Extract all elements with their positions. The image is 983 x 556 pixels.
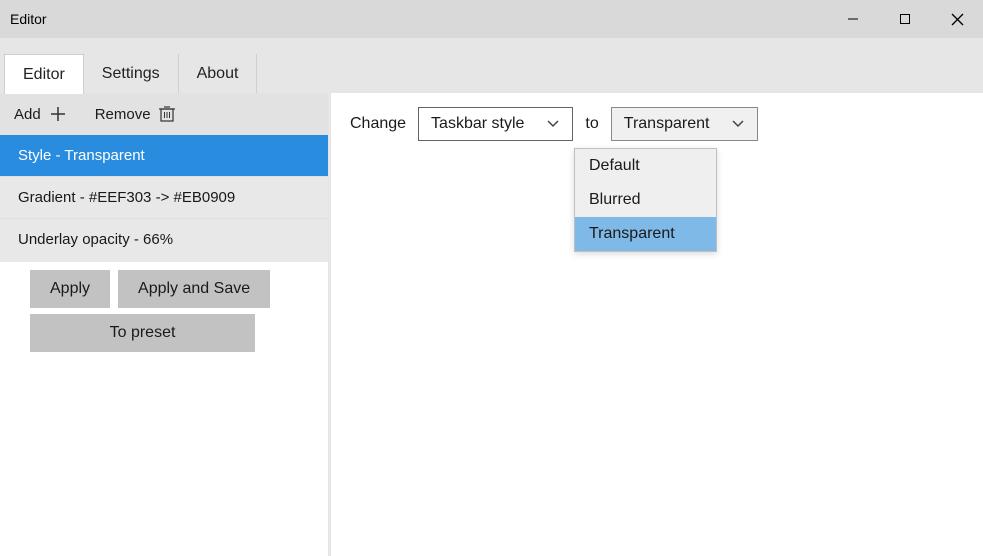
tab-settings[interactable]: Settings: [84, 54, 179, 93]
content-pane: Change Taskbar style to Transparent Defa…: [328, 93, 983, 556]
property-select[interactable]: Taskbar style: [418, 107, 573, 141]
action-row: Apply Apply and Save: [0, 262, 328, 308]
value-dropdown: Default Blurred Transparent: [574, 148, 717, 252]
sidebar: Add Remove Style - Transparent Gradient …: [0, 93, 328, 556]
apply-save-button[interactable]: Apply and Save: [118, 270, 270, 308]
sidebar-toolbar: Add Remove: [0, 93, 328, 135]
to-label: to: [585, 115, 598, 133]
close-icon: [951, 13, 964, 26]
add-label: Add: [14, 106, 41, 123]
tab-about[interactable]: About: [179, 54, 258, 93]
window-controls: [827, 0, 983, 38]
preset-row: To preset: [0, 308, 328, 352]
change-label: Change: [350, 115, 406, 133]
minimize-icon: [847, 13, 859, 25]
dropdown-option[interactable]: Blurred: [575, 183, 716, 217]
trash-icon: [159, 105, 175, 123]
close-button[interactable]: [931, 0, 983, 38]
value-select[interactable]: Transparent: [611, 107, 759, 141]
remove-button[interactable]: Remove: [95, 105, 175, 123]
window-title: Editor: [0, 11, 47, 27]
dropdown-option[interactable]: Default: [575, 149, 716, 183]
dropdown-option[interactable]: Transparent: [575, 217, 716, 251]
tab-editor[interactable]: Editor: [4, 54, 84, 94]
chevron-down-icon: [731, 119, 745, 129]
apply-button[interactable]: Apply: [30, 270, 110, 308]
rule-list: Style - Transparent Gradient - #EEF303 -…: [0, 135, 328, 262]
title-bar: Editor: [0, 0, 983, 38]
rule-item[interactable]: Gradient - #EEF303 -> #EB0909: [0, 176, 328, 218]
rule-item[interactable]: Style - Transparent: [0, 135, 328, 176]
minimize-button[interactable]: [827, 0, 879, 38]
rule-item[interactable]: Underlay opacity - 66%: [0, 218, 328, 260]
chevron-down-icon: [546, 119, 560, 129]
property-select-label: Taskbar style: [431, 115, 524, 133]
to-preset-button[interactable]: To preset: [30, 314, 255, 352]
maximize-icon: [899, 13, 911, 25]
change-row: Change Taskbar style to Transparent: [350, 107, 961, 141]
tab-bar: Editor Settings About: [0, 38, 983, 93]
value-select-label: Transparent: [624, 115, 710, 133]
add-button[interactable]: Add: [14, 105, 67, 123]
maximize-button[interactable]: [879, 0, 931, 38]
remove-label: Remove: [95, 106, 151, 123]
plus-icon: [49, 105, 67, 123]
